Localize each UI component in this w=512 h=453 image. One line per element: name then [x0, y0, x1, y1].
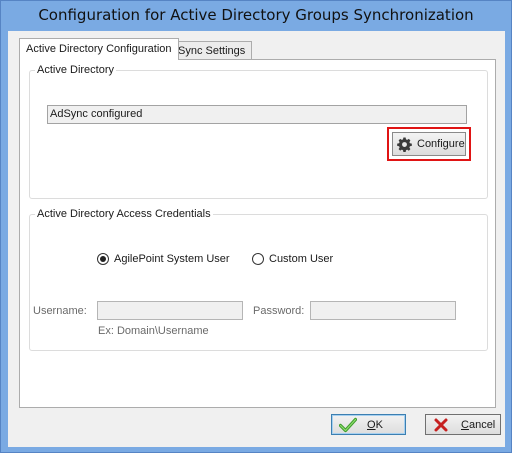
ad-status-field: AdSync configured: [47, 105, 467, 124]
ok-button-label: OK: [367, 418, 383, 431]
dialog-window: Configuration for Active Directory Group…: [0, 0, 512, 453]
cancel-button[interactable]: Cancel: [425, 414, 501, 435]
username-field[interactable]: [97, 301, 243, 320]
cancel-button-label: Cancel: [461, 418, 496, 431]
radio-custom-user[interactable]: Custom User: [252, 253, 333, 265]
configure-button-label: Configure: [417, 138, 465, 150]
credentials-legend: Active Directory Access Credentials: [37, 208, 211, 220]
gear-icon: [397, 136, 412, 152]
password-label: Password:: [253, 305, 305, 317]
radio-agilepoint-system-user[interactable]: AgilePoint System User: [97, 253, 230, 265]
configure-highlight-box: Configure: [387, 127, 471, 161]
radio-custom-user-label: Custom User: [269, 253, 334, 265]
tab-sync-settings[interactable]: Sync Settings: [171, 41, 253, 60]
checkmark-icon: [338, 417, 358, 433]
tab-panel: Active Directory AdSync configured Confi…: [19, 59, 496, 408]
ok-button[interactable]: OK: [331, 414, 406, 435]
radio-button-checked[interactable]: [97, 253, 109, 265]
radio-button-unchecked[interactable]: [252, 253, 264, 265]
window-title: Configuration for Active Directory Group…: [38, 6, 474, 24]
active-directory-group: Active Directory AdSync configured Confi…: [29, 64, 488, 199]
tab-active-directory-configuration[interactable]: Active Directory Configuration: [19, 38, 179, 60]
username-hint: Ex: Domain\Username: [98, 325, 209, 337]
dialog-client-area: Active Directory Configuration Sync Sett…: [8, 31, 505, 447]
configure-button[interactable]: Configure: [392, 132, 466, 156]
credentials-group: Active Directory Access Credentials Agil…: [29, 208, 488, 351]
radio-agilepoint-label: AgilePoint System User: [114, 253, 230, 265]
username-label: Username:: [33, 305, 87, 317]
password-field[interactable]: [310, 301, 456, 320]
active-directory-legend: Active Directory: [37, 64, 115, 76]
x-icon: [433, 417, 451, 433]
